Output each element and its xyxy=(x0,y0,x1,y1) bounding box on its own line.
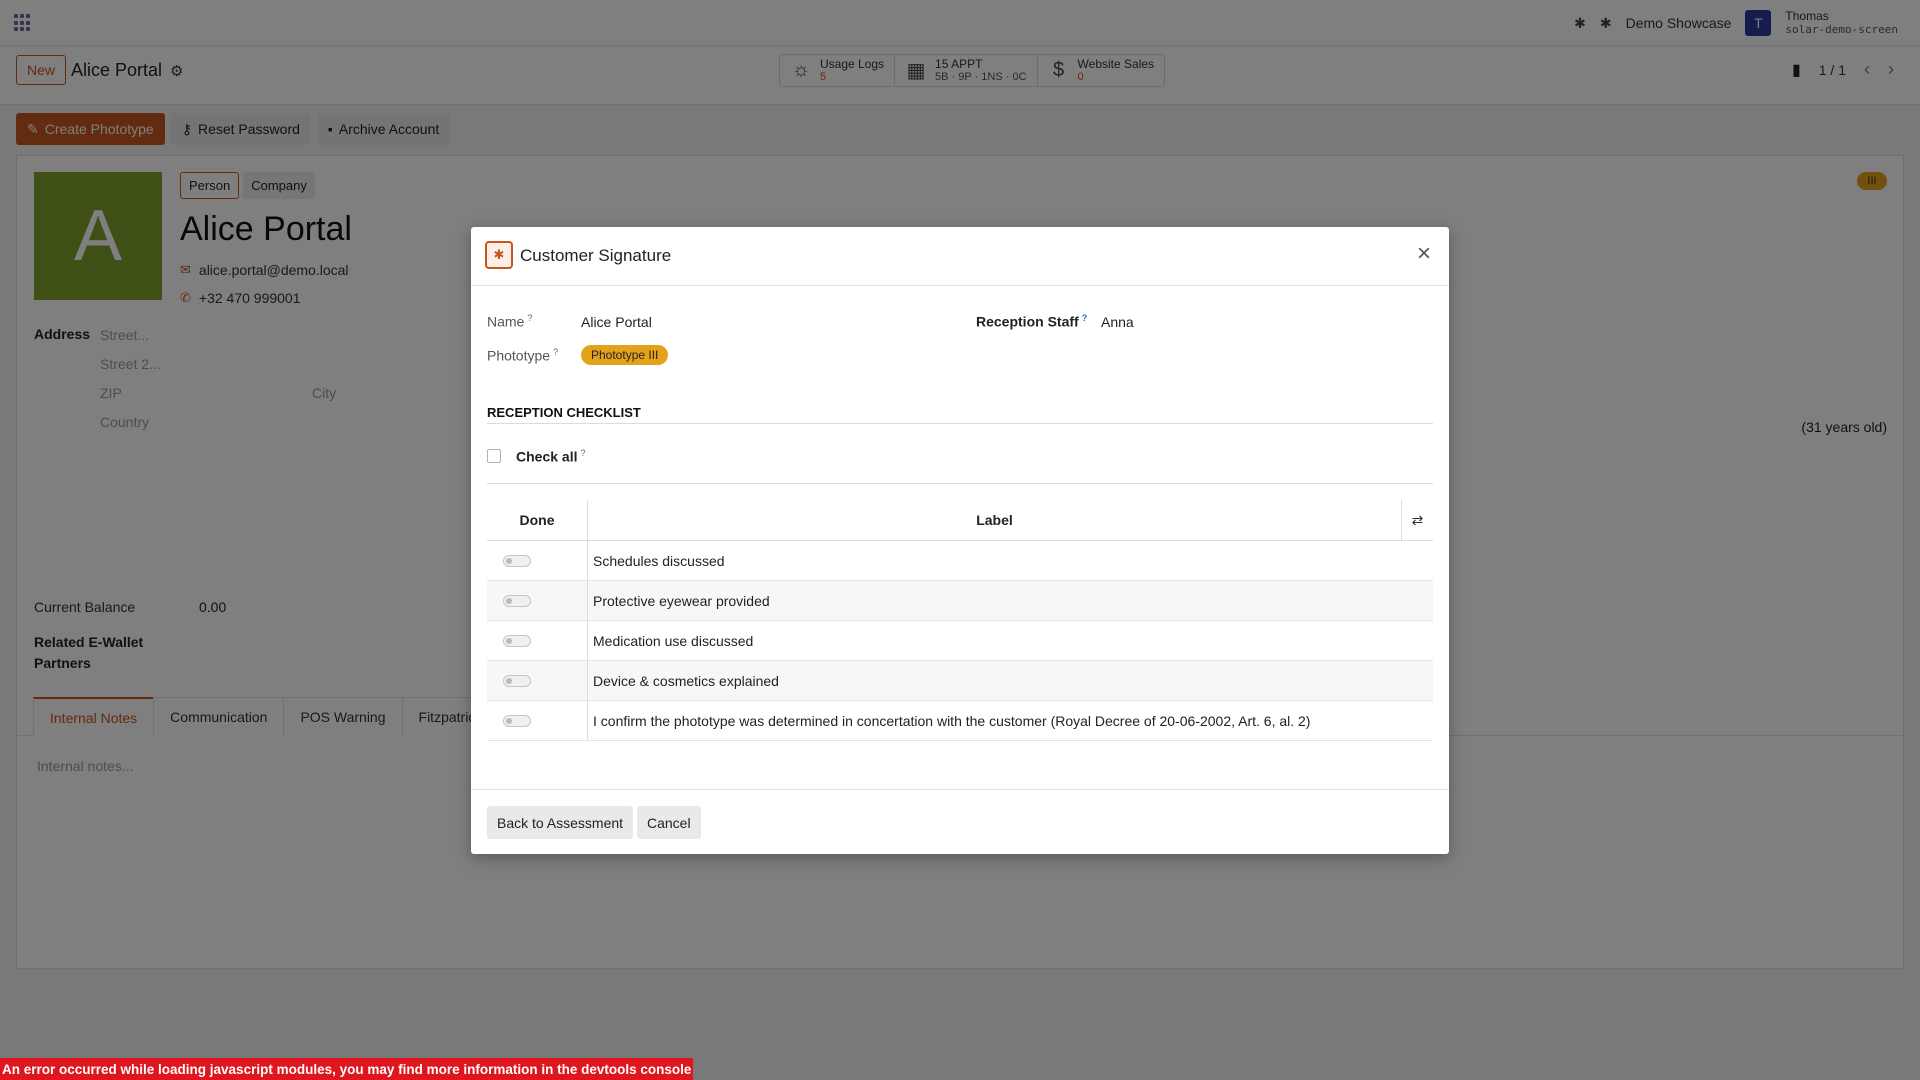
done-toggle[interactable] xyxy=(503,594,531,607)
app-logo-icon: ✱ xyxy=(485,241,513,269)
done-toggle[interactable] xyxy=(503,674,531,687)
row-label: Medication use discussed xyxy=(593,632,754,649)
table-row[interactable]: Medication use discussed xyxy=(487,621,1433,661)
name-value[interactable]: Alice Portal xyxy=(581,314,652,330)
phototype-tag[interactable]: Phototype III xyxy=(581,345,669,365)
customer-signature-dialog: ✱ Customer Signature × Name? Alice Porta… xyxy=(471,227,1449,854)
name-label: Name? xyxy=(487,313,533,330)
check-all-label: Check all? xyxy=(516,448,586,465)
table-row[interactable]: Schedules discussed xyxy=(487,541,1433,581)
close-icon[interactable]: × xyxy=(1411,241,1437,267)
column-options-icon[interactable]: ⇄ xyxy=(1401,500,1433,540)
check-all-checkbox[interactable] xyxy=(487,449,501,464)
table-header: Done Label ⇄ xyxy=(487,500,1433,541)
table-row[interactable]: Protective eyewear provided xyxy=(487,581,1433,621)
column-header-label[interactable]: Label xyxy=(588,500,1401,540)
row-label: Device & cosmetics explained xyxy=(593,672,779,689)
page: ✱ ✱ Demo Showcase T Thomas solar-demo-sc… xyxy=(0,0,1920,1080)
row-label: Schedules discussed xyxy=(593,552,725,569)
back-to-assessment-button[interactable]: Back to Assessment xyxy=(487,806,634,839)
reception-staff-value[interactable]: Anna xyxy=(1101,314,1134,330)
done-toggle[interactable] xyxy=(503,554,531,567)
table-row[interactable]: I confirm the phototype was determined i… xyxy=(487,701,1433,741)
table-row[interactable]: Device & cosmetics explained xyxy=(487,661,1433,701)
error-banner: An error occurred while loading javascri… xyxy=(0,1058,694,1080)
phototype-label: Phototype? xyxy=(487,347,559,364)
reception-staff-label: Reception Staff? xyxy=(976,313,1088,330)
section-title: RECEPTION CHECKLIST xyxy=(487,405,641,420)
check-all-row: Check all? xyxy=(487,448,586,465)
modal-footer: Back to Assessment Cancel xyxy=(471,789,1449,854)
section-divider xyxy=(487,423,1433,424)
section-divider-2 xyxy=(487,483,1433,484)
cancel-button[interactable]: Cancel xyxy=(637,806,701,839)
row-label: I confirm the phototype was determined i… xyxy=(593,712,1311,729)
column-header-done[interactable]: Done xyxy=(487,500,588,540)
done-toggle[interactable] xyxy=(503,634,531,647)
done-toggle[interactable] xyxy=(503,714,531,727)
modal-header: ✱ Customer Signature × xyxy=(471,227,1449,286)
modal-title: Customer Signature xyxy=(520,246,672,265)
row-label: Protective eyewear provided xyxy=(593,592,770,609)
checklist-table: Done Label ⇄ Schedules discussed Protect… xyxy=(487,500,1433,741)
